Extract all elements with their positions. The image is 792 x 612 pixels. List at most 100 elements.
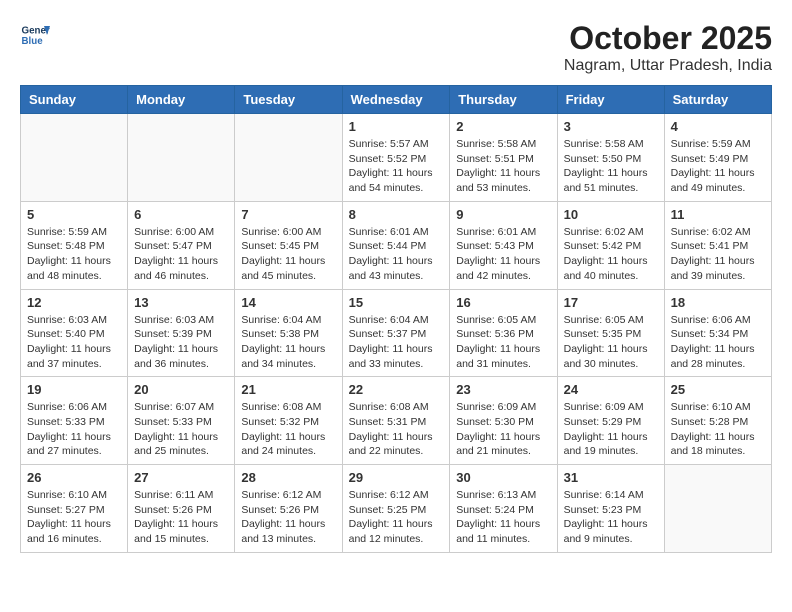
calendar-table: SundayMondayTuesdayWednesdayThursdayFrid… bbox=[20, 85, 772, 553]
calendar-cell: 3Sunrise: 5:58 AM Sunset: 5:50 PM Daylig… bbox=[557, 114, 664, 202]
weekday-header: Thursday bbox=[450, 86, 557, 114]
calendar-cell: 6 Sunrise: 6:00 AM Sunset: 5:47 PM Daylig… bbox=[128, 201, 235, 289]
cell-info: Sunrise: 6:01 AM Sunset: 5:44 PM Dayligh… bbox=[349, 225, 444, 284]
calendar-cell: 26Sunrise: 6:10 AM Sunset: 5:27 PM Dayli… bbox=[21, 465, 128, 553]
cell-info: Sunrise: 5:57 AM Sunset: 5:52 PM Dayligh… bbox=[349, 137, 444, 196]
cell-info: Sunrise: 6:06 AM Sunset: 5:34 PM Dayligh… bbox=[671, 313, 765, 372]
cell-info: Sunrise: 6:11 AM Sunset: 5:26 PM Dayligh… bbox=[134, 488, 228, 547]
page-header: General Blue October 2025 Nagram, Uttar … bbox=[20, 20, 772, 75]
cell-info: Sunrise: 6:12 AM Sunset: 5:26 PM Dayligh… bbox=[241, 488, 335, 547]
calendar-cell: 25 Sunrise: 6:10 AM Sunset: 5:28 PM Dayli… bbox=[664, 377, 771, 465]
cell-info: Sunrise: 6:05 AM Sunset: 5:36 PM Dayligh… bbox=[456, 313, 550, 372]
logo-icon: General Blue bbox=[20, 20, 50, 50]
cell-info: Sunrise: 6:03 AM Sunset: 5:40 PM Dayligh… bbox=[27, 313, 121, 372]
cell-info: Sunrise: 5:59 AM Sunset: 5:48 PM Dayligh… bbox=[27, 225, 121, 284]
cell-info: Sunrise: 6:08 AM Sunset: 5:32 PM Dayligh… bbox=[241, 400, 335, 459]
day-number: 25 bbox=[671, 382, 765, 397]
calendar-cell: 10Sunrise: 6:02 AM Sunset: 5:42 PM Dayli… bbox=[557, 201, 664, 289]
day-number: 18 bbox=[671, 295, 765, 310]
weekday-header: Monday bbox=[128, 86, 235, 114]
calendar-cell: 9 Sunrise: 6:01 AM Sunset: 5:43 PM Daylig… bbox=[450, 201, 557, 289]
calendar-cell: 29Sunrise: 6:12 AM Sunset: 5:25 PM Dayli… bbox=[342, 465, 450, 553]
cell-info: Sunrise: 5:59 AM Sunset: 5:49 PM Dayligh… bbox=[671, 137, 765, 196]
weekday-header: Wednesday bbox=[342, 86, 450, 114]
calendar-cell: 28 Sunrise: 6:12 AM Sunset: 5:26 PM Dayli… bbox=[235, 465, 342, 553]
day-number: 27 bbox=[134, 470, 228, 485]
calendar-cell: 30Sunrise: 6:13 AM Sunset: 5:24 PM Dayli… bbox=[450, 465, 557, 553]
title-section: October 2025 Nagram, Uttar Pradesh, Indi… bbox=[564, 20, 772, 75]
day-number: 30 bbox=[456, 470, 550, 485]
calendar-cell: 8Sunrise: 6:01 AM Sunset: 5:44 PM Daylig… bbox=[342, 201, 450, 289]
calendar-cell: 2Sunrise: 5:58 AM Sunset: 5:51 PM Daylig… bbox=[450, 114, 557, 202]
cell-info: Sunrise: 6:07 AM Sunset: 5:33 PM Dayligh… bbox=[134, 400, 228, 459]
day-number: 11 bbox=[671, 207, 765, 222]
day-number: 2 bbox=[456, 119, 550, 134]
cell-info: Sunrise: 6:02 AM Sunset: 5:42 PM Dayligh… bbox=[564, 225, 658, 284]
day-number: 3 bbox=[564, 119, 658, 134]
day-number: 19 bbox=[27, 382, 121, 397]
calendar-cell: 14 Sunrise: 6:04 AM Sunset: 5:38 PM Dayli… bbox=[235, 289, 342, 377]
weekday-header: Saturday bbox=[664, 86, 771, 114]
day-number: 16 bbox=[456, 295, 550, 310]
calendar-cell bbox=[664, 465, 771, 553]
calendar-week-row: 12 Sunrise: 6:03 AM Sunset: 5:40 PM Dayli… bbox=[21, 289, 772, 377]
calendar-cell bbox=[21, 114, 128, 202]
weekday-header: Sunday bbox=[21, 86, 128, 114]
cell-info: Sunrise: 6:04 AM Sunset: 5:38 PM Dayligh… bbox=[241, 313, 335, 372]
calendar-week-row: 5 Sunrise: 5:59 AM Sunset: 5:48 PM Daylig… bbox=[21, 201, 772, 289]
cell-info: Sunrise: 6:01 AM Sunset: 5:43 PM Dayligh… bbox=[456, 225, 550, 284]
month-year: October 2025 bbox=[564, 20, 772, 57]
day-number: 7 bbox=[241, 207, 335, 222]
day-number: 5 bbox=[27, 207, 121, 222]
day-number: 21 bbox=[241, 382, 335, 397]
calendar-cell: 24 Sunrise: 6:09 AM Sunset: 5:29 PM Dayli… bbox=[557, 377, 664, 465]
cell-info: Sunrise: 6:02 AM Sunset: 5:41 PM Dayligh… bbox=[671, 225, 765, 284]
calendar-cell: 22 Sunrise: 6:08 AM Sunset: 5:31 PM Dayli… bbox=[342, 377, 450, 465]
day-number: 31 bbox=[564, 470, 658, 485]
weekday-header-row: SundayMondayTuesdayWednesdayThursdayFrid… bbox=[21, 86, 772, 114]
calendar-cell: 12 Sunrise: 6:03 AM Sunset: 5:40 PM Dayli… bbox=[21, 289, 128, 377]
day-number: 13 bbox=[134, 295, 228, 310]
calendar-cell: 17 Sunrise: 6:05 AM Sunset: 5:35 PM Dayli… bbox=[557, 289, 664, 377]
calendar-cell: 23Sunrise: 6:09 AM Sunset: 5:30 PM Dayli… bbox=[450, 377, 557, 465]
calendar-cell: 4 Sunrise: 5:59 AM Sunset: 5:49 PM Daylig… bbox=[664, 114, 771, 202]
cell-info: Sunrise: 6:00 AM Sunset: 5:45 PM Dayligh… bbox=[241, 225, 335, 284]
location: Nagram, Uttar Pradesh, India bbox=[564, 57, 772, 75]
calendar-cell: 20Sunrise: 6:07 AM Sunset: 5:33 PM Dayli… bbox=[128, 377, 235, 465]
day-number: 24 bbox=[564, 382, 658, 397]
calendar-cell: 7 Sunrise: 6:00 AM Sunset: 5:45 PM Daylig… bbox=[235, 201, 342, 289]
weekday-header: Friday bbox=[557, 86, 664, 114]
weekday-header: Tuesday bbox=[235, 86, 342, 114]
calendar-cell: 31Sunrise: 6:14 AM Sunset: 5:23 PM Dayli… bbox=[557, 465, 664, 553]
day-number: 14 bbox=[241, 295, 335, 310]
calendar-cell bbox=[235, 114, 342, 202]
calendar-cell: 11 Sunrise: 6:02 AM Sunset: 5:41 PM Dayli… bbox=[664, 201, 771, 289]
svg-text:Blue: Blue bbox=[22, 36, 44, 47]
cell-info: Sunrise: 6:09 AM Sunset: 5:29 PM Dayligh… bbox=[564, 400, 658, 459]
cell-info: Sunrise: 6:10 AM Sunset: 5:28 PM Dayligh… bbox=[671, 400, 765, 459]
day-number: 29 bbox=[349, 470, 444, 485]
day-number: 23 bbox=[456, 382, 550, 397]
day-number: 12 bbox=[27, 295, 121, 310]
calendar-week-row: 1Sunrise: 5:57 AM Sunset: 5:52 PM Daylig… bbox=[21, 114, 772, 202]
cell-info: Sunrise: 6:00 AM Sunset: 5:47 PM Dayligh… bbox=[134, 225, 228, 284]
calendar-cell: 15 Sunrise: 6:04 AM Sunset: 5:37 PM Dayli… bbox=[342, 289, 450, 377]
calendar-cell: 18 Sunrise: 6:06 AM Sunset: 5:34 PM Dayli… bbox=[664, 289, 771, 377]
calendar-cell: 16 Sunrise: 6:05 AM Sunset: 5:36 PM Dayli… bbox=[450, 289, 557, 377]
calendar-cell bbox=[128, 114, 235, 202]
day-number: 4 bbox=[671, 119, 765, 134]
calendar-cell: 5 Sunrise: 5:59 AM Sunset: 5:48 PM Daylig… bbox=[21, 201, 128, 289]
day-number: 22 bbox=[349, 382, 444, 397]
day-number: 28 bbox=[241, 470, 335, 485]
calendar-week-row: 19Sunrise: 6:06 AM Sunset: 5:33 PM Dayli… bbox=[21, 377, 772, 465]
logo: General Blue bbox=[20, 20, 50, 50]
day-number: 17 bbox=[564, 295, 658, 310]
cell-info: Sunrise: 6:10 AM Sunset: 5:27 PM Dayligh… bbox=[27, 488, 121, 547]
day-number: 15 bbox=[349, 295, 444, 310]
cell-info: Sunrise: 6:05 AM Sunset: 5:35 PM Dayligh… bbox=[564, 313, 658, 372]
day-number: 9 bbox=[456, 207, 550, 222]
calendar-cell: 13Sunrise: 6:03 AM Sunset: 5:39 PM Dayli… bbox=[128, 289, 235, 377]
cell-info: Sunrise: 6:08 AM Sunset: 5:31 PM Dayligh… bbox=[349, 400, 444, 459]
day-number: 6 bbox=[134, 207, 228, 222]
cell-info: Sunrise: 6:04 AM Sunset: 5:37 PM Dayligh… bbox=[349, 313, 444, 372]
